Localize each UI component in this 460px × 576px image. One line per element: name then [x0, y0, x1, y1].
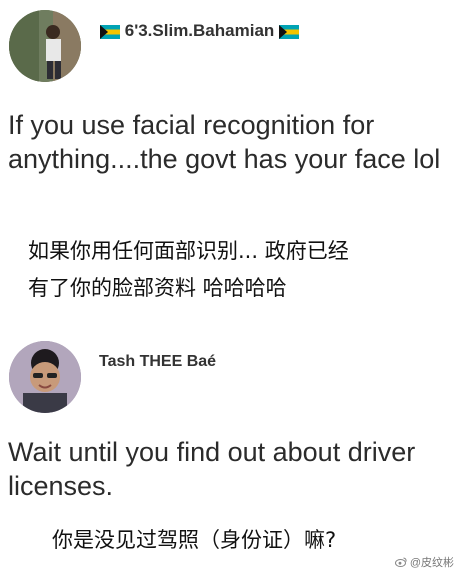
translation-line: 有了你的脸部资料 哈哈哈哈 — [28, 276, 287, 300]
post-text: Wait until you find out about driver lic… — [8, 437, 416, 501]
weibo-icon — [394, 557, 407, 567]
avatar-photo-icon — [9, 341, 81, 413]
translation-line: 你是没见过驾照（身份证）嘛? — [52, 528, 337, 552]
post-1: 6'3.Slim.Bahamian If you use facial reco… — [0, 0, 460, 320]
watermark: @皮纹彬 — [394, 554, 454, 570]
username-text: 6'3.Slim.Bahamian — [124, 21, 275, 40]
bahamas-flag-icon — [279, 24, 300, 39]
avatar-photo-icon — [9, 10, 81, 82]
post-text: If you use facial recognition for anythi… — [8, 110, 441, 174]
avatar[interactable] — [9, 341, 81, 413]
post-2: Tash THEE Baé Wait until you find out ab… — [0, 330, 460, 576]
bahamas-flag-icon — [100, 24, 120, 39]
watermark-text: @皮纹彬 — [409, 557, 454, 569]
username[interactable]: 6'3.Slim.Bahamian — [100, 20, 300, 42]
avatar[interactable] — [9, 10, 81, 82]
username[interactable]: Tash THEE Baé — [99, 352, 216, 372]
translation-line: 如果你用任何面部识别... 政府已经 — [28, 239, 349, 263]
